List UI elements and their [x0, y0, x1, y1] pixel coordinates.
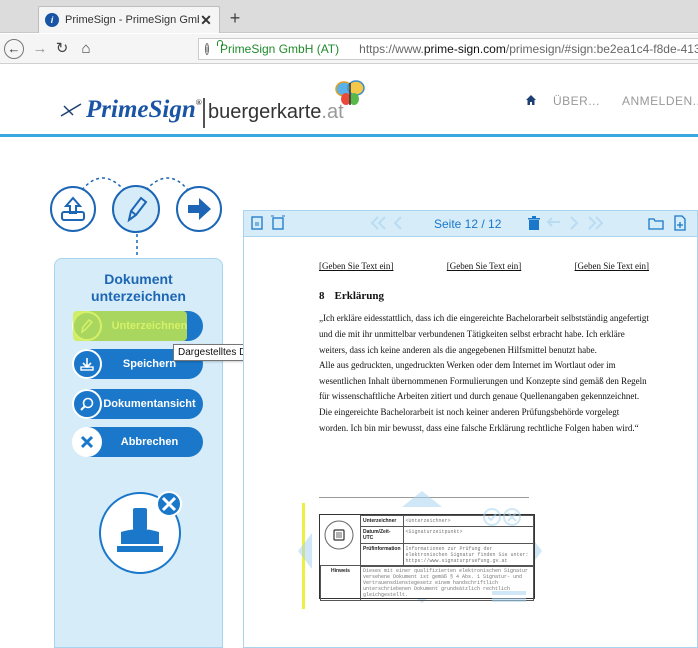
add-document-icon[interactable] [672, 215, 688, 231]
step-next[interactable] [176, 186, 222, 232]
url-text: https://www.prime-sign.com/primesign/#si… [359, 42, 698, 56]
site-identity: PrimeSign GmbH (AT) [220, 42, 340, 56]
logo-divider [203, 98, 205, 128]
browser-nav-bar: ← → ↻ ⌂ i PrimeSign GmbH (AT) https://ww… [0, 34, 698, 64]
sign-button-highlight [73, 311, 187, 341]
next-page-icon[interactable] [566, 215, 582, 231]
last-page-icon[interactable] [584, 215, 606, 231]
download-icon [72, 349, 102, 379]
new-tab-button[interactable]: + [224, 7, 246, 29]
step-indicator [50, 172, 230, 262]
page-indicator: Seite 12 / 12 [434, 217, 502, 231]
fit-page-icon[interactable] [250, 215, 266, 231]
undo-icon[interactable] [546, 215, 562, 231]
document-viewer: Seite 12 / 12 [Geben Sie Text ein] [Gebe… [243, 210, 698, 648]
cancel-x-icon [72, 427, 102, 457]
forward-button[interactable]: → [30, 39, 50, 59]
buergerkarte-logo[interactable]: buergerkarte.at [208, 101, 344, 124]
home-button[interactable]: ⌂ [76, 39, 96, 59]
primesign-logo-mark-icon [60, 103, 82, 117]
arrow-right-icon [188, 198, 211, 220]
address-bar[interactable]: i PrimeSign GmbH (AT) https://www.prime-… [198, 38, 698, 60]
info-icon[interactable]: i [205, 43, 209, 55]
panel-title: Dokument unterzeichnen [91, 271, 186, 304]
viewer-toolbar: Seite 12 / 12 [244, 211, 697, 237]
stamp-cancel-icon [99, 491, 182, 574]
move-left-arrow-icon[interactable] [296, 531, 314, 571]
folder-icon[interactable] [648, 215, 664, 231]
first-page-icon[interactable] [368, 215, 390, 231]
step-sign[interactable] [112, 185, 160, 233]
document-page: [Geben Sie Text ein] [Geben Sie Text ein… [319, 251, 649, 437]
magnifier-icon [72, 389, 102, 419]
back-button[interactable]: ← [4, 39, 24, 59]
step-upload[interactable] [50, 186, 96, 232]
browser-tab[interactable]: i PrimeSign - PrimeSign GmbH ✕ [38, 6, 220, 33]
signature-row: Datum/Zeit-UTC <Signaturzeitpunkt> [360, 526, 534, 544]
primesign-logo[interactable]: PrimeSign® [86, 96, 202, 124]
site-header: PrimeSign® buergerkarte.at ÜBER... ANMEL… [0, 65, 698, 137]
previous-page-icon[interactable] [390, 215, 406, 231]
confirm-cancel-signature-icons[interactable] [482, 507, 524, 527]
declaration-paragraph-1: „Ich erkläre eidesstattlich, dass ich di… [319, 313, 649, 355]
close-tab-icon[interactable]: ✕ [199, 12, 213, 29]
sign-action-panel: Dokument unterzeichnen Unterzeichnen Spe… [54, 258, 223, 648]
section-heading: 8 Erklärung [319, 290, 385, 302]
fit-width-icon[interactable] [270, 215, 286, 231]
signature-seal-icon [324, 520, 354, 550]
reload-button[interactable]: ↻ [52, 39, 72, 59]
upload-icon [61, 196, 85, 221]
butterfly-logo-icon [335, 80, 365, 105]
browser-tab-bar: i PrimeSign - PrimeSign GmbH ✕ + [0, 0, 698, 33]
document-header: [Geben Sie Text ein] [Geben Sie Text ein… [319, 261, 649, 271]
home-nav-icon[interactable] [526, 95, 536, 105]
nav-anmelden[interactable]: ANMELDEN... [622, 94, 698, 108]
primesign-favicon-icon: i [45, 13, 59, 27]
delete-icon[interactable] [526, 215, 542, 231]
cancel-button[interactable]: Abbrechen [72, 427, 203, 457]
document-view-button[interactable]: Dokumentansicht [72, 389, 203, 419]
resize-handle-icon[interactable] [492, 589, 526, 603]
signature-row: Prüfinformation Informationen zur Prüfung… [360, 543, 534, 567]
tab-title: PrimeSign - PrimeSign GmbH [65, 14, 199, 26]
nav-ueber[interactable]: ÜBER... [553, 94, 600, 108]
pen-icon [127, 196, 148, 223]
declaration-paragraph-2: Alle aus gedruckten, ungedruckten Werken… [319, 360, 647, 433]
